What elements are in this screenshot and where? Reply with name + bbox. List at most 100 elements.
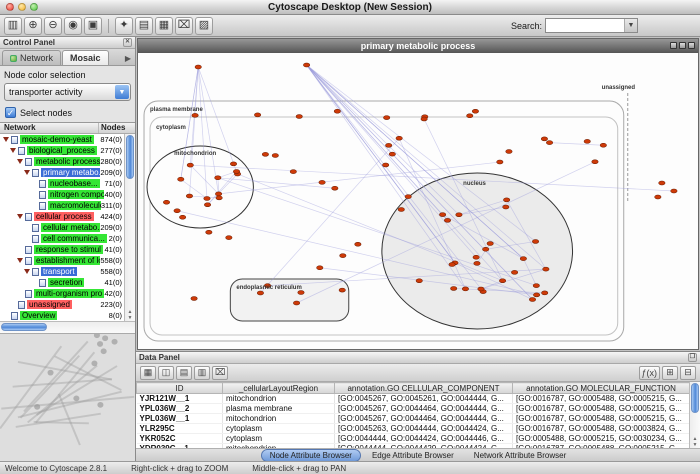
graph-node[interactable] bbox=[546, 141, 552, 145]
graph-node[interactable] bbox=[303, 63, 309, 67]
graph-node[interactable] bbox=[533, 293, 539, 297]
tree-row[interactable]: biological_process277(0) bbox=[0, 145, 135, 156]
graph-node[interactable] bbox=[473, 255, 479, 259]
graph-node[interactable] bbox=[529, 298, 535, 302]
graph-node[interactable] bbox=[192, 113, 198, 117]
graph-node[interactable] bbox=[396, 136, 402, 140]
tree-horizontal-scrollbar[interactable] bbox=[0, 321, 135, 333]
graph-node[interactable] bbox=[272, 153, 278, 157]
table-row[interactable]: YKR052Ccytoplasm[GO:0044444, GO:0044424,… bbox=[137, 434, 690, 444]
frame-close-icon[interactable] bbox=[688, 42, 695, 49]
column-header[interactable]: _cellularLayoutRegion bbox=[223, 383, 335, 394]
delete-attribute-button[interactable]: ▥ bbox=[194, 366, 210, 380]
tree-row[interactable]: response to stimul41(0) bbox=[0, 244, 135, 255]
expander-icon[interactable] bbox=[10, 148, 16, 153]
tab-edge-attribute-browser[interactable]: Edge Attribute Browser bbox=[363, 449, 463, 462]
graph-node[interactable] bbox=[334, 109, 340, 113]
graph-node[interactable] bbox=[230, 162, 236, 166]
new-attribute-button[interactable]: ▤ bbox=[176, 366, 192, 380]
tree-row[interactable]: mosaic-demo-yeast874(0) bbox=[0, 134, 135, 145]
column-header[interactable]: annotation.GO MOLECULAR_FUNCTION bbox=[513, 383, 690, 394]
graph-node[interactable] bbox=[398, 207, 404, 211]
birdseye-overview[interactable] bbox=[0, 333, 135, 461]
graph-node[interactable] bbox=[456, 213, 462, 217]
tree-scrollbar-arrows[interactable]: ▲▼ bbox=[125, 309, 135, 321]
table-row[interactable]: YPL036W__1mitochondrion[GO:0045267, GO:0… bbox=[137, 414, 690, 424]
open-folder-button[interactable]: ⊞ bbox=[662, 366, 678, 380]
graph-node[interactable] bbox=[541, 137, 547, 141]
expander-icon[interactable] bbox=[24, 170, 30, 175]
snapshot-button[interactable]: ✦ bbox=[115, 17, 133, 35]
function-builder-button[interactable]: ƒ(x) bbox=[639, 366, 661, 380]
tab-node-attribute-browser[interactable]: Node Attribute Browser bbox=[261, 449, 361, 462]
tree-row[interactable]: unassigned223(0) bbox=[0, 299, 135, 310]
tree-row[interactable]: nitrogen compo...40(0) bbox=[0, 189, 135, 200]
table-row[interactable]: YDR039C__1mitochondrion[GO:0044444, GO:0… bbox=[137, 444, 690, 449]
tree-row[interactable]: Overview8(0) bbox=[0, 310, 135, 321]
tree-row[interactable]: establishment of lo558(0) bbox=[0, 255, 135, 266]
graph-node[interactable] bbox=[178, 177, 184, 181]
graph-node[interactable] bbox=[584, 139, 590, 143]
graph-node[interactable] bbox=[450, 286, 456, 290]
graph-edge[interactable] bbox=[550, 143, 604, 146]
import-network-button[interactable]: ▤ bbox=[135, 17, 153, 35]
graph-node[interactable] bbox=[467, 114, 473, 118]
table-row[interactable]: YPL036W__2plasma membrane[GO:0045267, GO… bbox=[137, 404, 690, 414]
graph-node[interactable] bbox=[520, 257, 526, 261]
graph-node[interactable] bbox=[355, 242, 361, 246]
table-row[interactable]: YJR121W__1mitochondrion[GO:0045267, GO:0… bbox=[137, 394, 690, 404]
graph-node[interactable] bbox=[532, 239, 538, 243]
tree-row[interactable]: primary metabo...209(0) bbox=[0, 167, 135, 178]
graph-node[interactable] bbox=[533, 284, 539, 288]
graph-node[interactable] bbox=[449, 263, 455, 267]
console-button[interactable]: ▥ bbox=[4, 17, 22, 35]
graph-node[interactable] bbox=[257, 291, 263, 295]
attribute-dropdown[interactable]: transporter activity ▼ bbox=[4, 83, 131, 101]
tree-row[interactable]: cellular process424(0) bbox=[0, 211, 135, 222]
graph-node[interactable] bbox=[472, 109, 478, 113]
graph-node[interactable] bbox=[671, 189, 677, 193]
network-frame-title[interactable]: primary metabolic process bbox=[138, 39, 698, 53]
tree-row[interactable]: macromolecule...311(0) bbox=[0, 200, 135, 211]
tree-row[interactable]: transport558(0) bbox=[0, 266, 135, 277]
frame-minimize-icon[interactable] bbox=[670, 42, 677, 49]
delete-row-button[interactable]: ⌧ bbox=[212, 366, 228, 380]
graph-node[interactable] bbox=[506, 150, 512, 154]
graph-node[interactable] bbox=[659, 181, 665, 185]
graph-node[interactable] bbox=[503, 205, 509, 209]
graph-node[interactable] bbox=[389, 152, 395, 156]
expander-icon[interactable] bbox=[24, 269, 30, 274]
control-panel-close-icon[interactable]: ✕ bbox=[123, 38, 132, 47]
vizmapper-button[interactable]: ▨ bbox=[195, 17, 213, 35]
frame-maximize-icon[interactable] bbox=[679, 42, 686, 49]
graph-node[interactable] bbox=[204, 197, 210, 201]
tree-row[interactable]: secretion41(0) bbox=[0, 277, 135, 288]
graph-node[interactable] bbox=[293, 301, 299, 305]
new-network-button[interactable]: ▦ bbox=[155, 17, 173, 35]
select-nodes-checkbox[interactable]: ✓ bbox=[5, 107, 16, 118]
graph-edge[interactable] bbox=[307, 65, 448, 220]
table-scrollbar-arrows[interactable]: ▲▼ bbox=[690, 436, 700, 448]
graph-node[interactable] bbox=[478, 287, 484, 291]
close-window-button[interactable] bbox=[6, 3, 14, 11]
graph-node[interactable] bbox=[195, 65, 201, 69]
graph-node[interactable] bbox=[416, 279, 422, 283]
expander-icon[interactable] bbox=[3, 137, 9, 142]
graph-node[interactable] bbox=[339, 288, 345, 292]
zoom-in-button[interactable]: ⊕ bbox=[24, 17, 42, 35]
graph-node[interactable] bbox=[174, 209, 180, 213]
graph-node[interactable] bbox=[290, 170, 296, 174]
graph-node[interactable] bbox=[499, 279, 505, 283]
graph-node[interactable] bbox=[298, 291, 304, 295]
graph-node[interactable] bbox=[421, 117, 427, 121]
graph-edge[interactable] bbox=[307, 65, 459, 215]
graph-node[interactable] bbox=[215, 192, 221, 196]
tab-mosaic[interactable]: Mosaic bbox=[62, 50, 109, 65]
graph-node[interactable] bbox=[215, 176, 221, 180]
graph-node[interactable] bbox=[340, 254, 346, 258]
tree-column-network[interactable]: Network bbox=[0, 123, 99, 133]
graph-node[interactable] bbox=[600, 143, 606, 147]
zoom-selected-button[interactable]: ◉ bbox=[64, 17, 82, 35]
graph-node[interactable] bbox=[439, 213, 445, 217]
graph-node[interactable] bbox=[383, 116, 389, 120]
